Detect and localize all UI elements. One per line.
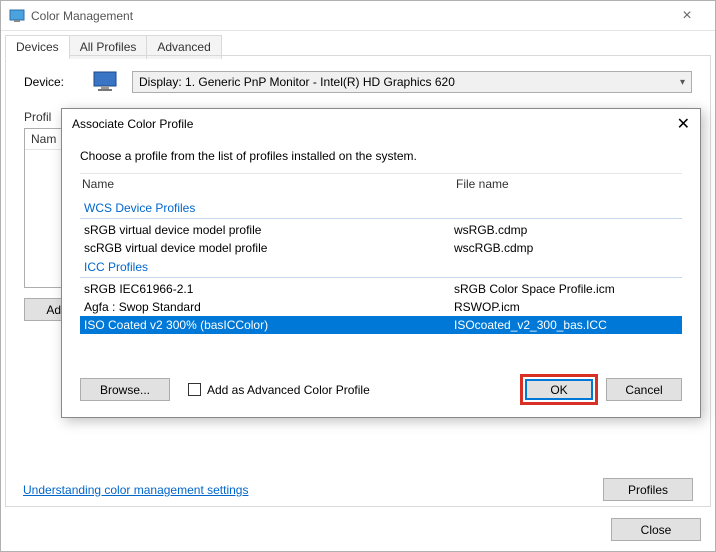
list-item[interactable]: sRGB virtual device model profile wsRGB.… <box>80 221 682 239</box>
color-management-window: Color Management × Devices All Profiles … <box>0 0 716 552</box>
titlebar: Color Management × <box>1 1 715 31</box>
chevron-down-icon: ▾ <box>680 77 685 88</box>
col-name: Name <box>80 177 456 191</box>
close-button[interactable]: Close <box>611 518 701 541</box>
dialog-titlebar: Associate Color Profile ✕ <box>62 109 700 139</box>
col-file: File name <box>456 177 682 191</box>
ok-highlight: OK <box>520 374 598 405</box>
group-wcs: WCS Device Profiles <box>80 198 682 219</box>
device-value: Display: 1. Generic PnP Monitor - Intel(… <box>139 75 455 89</box>
dialog-title: Associate Color Profile <box>72 117 654 131</box>
understanding-link[interactable]: Understanding color management settings <box>23 483 248 497</box>
window-title: Color Management <box>31 9 667 23</box>
associate-profile-dialog: Associate Color Profile ✕ Choose a profi… <box>61 108 701 418</box>
list-item-selected[interactable]: ISO Coated v2 300% (basICColor) ISOcoate… <box>80 316 682 334</box>
browse-button[interactable]: Browse... <box>80 378 170 401</box>
device-dropdown[interactable]: Display: 1. Generic PnP Monitor - Intel(… <box>132 71 692 93</box>
dialog-instruction: Choose a profile from the list of profil… <box>80 149 682 163</box>
group-icc: ICC Profiles <box>80 257 682 278</box>
device-label: Device: <box>24 75 80 89</box>
monitor-icon <box>92 70 120 94</box>
checkbox-icon[interactable] <box>188 383 201 396</box>
close-icon[interactable]: × <box>667 7 707 25</box>
profile-list[interactable]: Name File name WCS Device Profiles sRGB … <box>80 173 682 334</box>
app-icon <box>9 8 25 24</box>
list-item[interactable]: scRGB virtual device model profile wscRG… <box>80 239 682 257</box>
add-advanced-checkbox[interactable]: Add as Advanced Color Profile <box>188 383 370 397</box>
dialog-close-icon[interactable]: ✕ <box>654 114 690 134</box>
list-item[interactable]: Agfa : Swop Standard RSWOP.icm <box>80 298 682 316</box>
cancel-button[interactable]: Cancel <box>606 378 682 401</box>
list-item[interactable]: sRGB IEC61966-2.1 sRGB Color Space Profi… <box>80 280 682 298</box>
ok-button[interactable]: OK <box>525 379 593 400</box>
list-header: Name File name <box>80 174 682 198</box>
tab-devices[interactable]: Devices <box>5 35 70 59</box>
profiles-button[interactable]: Profiles <box>603 478 693 501</box>
